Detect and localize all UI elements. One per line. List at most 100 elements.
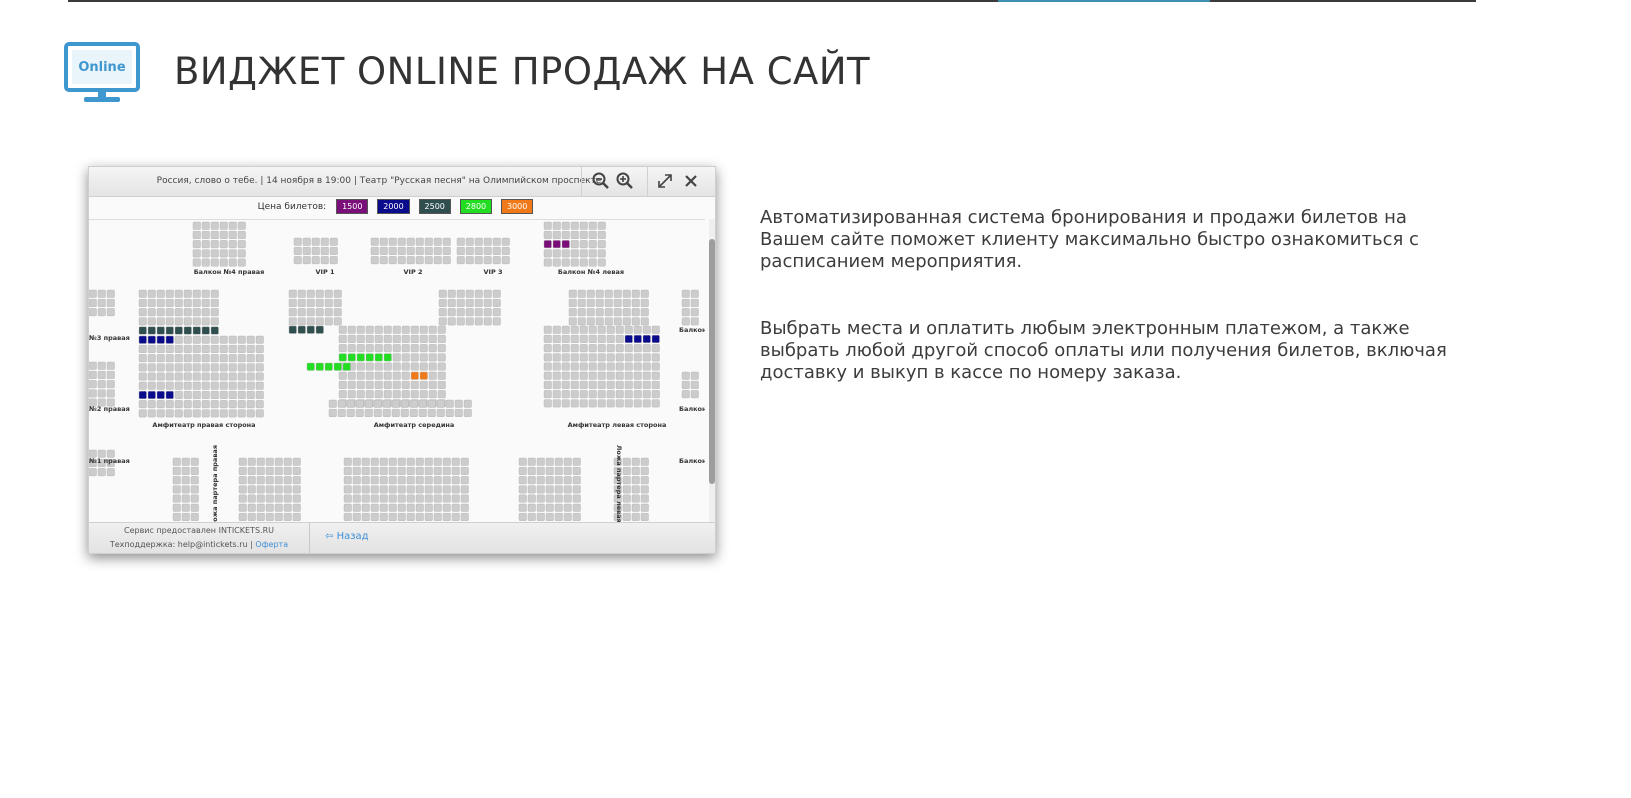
seat-free[interactable] <box>181 457 190 466</box>
seat-free[interactable] <box>474 256 483 265</box>
seat-free[interactable] <box>156 400 165 409</box>
seat-free[interactable] <box>89 361 97 370</box>
seat-free[interactable] <box>147 400 156 409</box>
seat-free[interactable] <box>210 249 219 258</box>
seat-free[interactable] <box>283 494 292 503</box>
seat-free[interactable] <box>156 372 165 381</box>
seat-free[interactable] <box>370 503 379 512</box>
seat-free[interactable] <box>579 380 588 389</box>
seat-free[interactable] <box>543 334 552 343</box>
seat-free[interactable] <box>165 308 174 317</box>
seat-free[interactable] <box>442 476 451 485</box>
seat-free[interactable] <box>265 485 274 494</box>
seat-free[interactable] <box>588 249 597 258</box>
seat-free[interactable] <box>563 513 572 521</box>
seat-free[interactable] <box>174 317 183 326</box>
seat-free[interactable] <box>419 362 428 371</box>
seat-free[interactable] <box>343 494 352 503</box>
seat-free[interactable] <box>265 513 274 521</box>
seat-free[interactable] <box>374 390 383 399</box>
seat-free[interactable] <box>536 513 545 521</box>
seat-free[interactable] <box>165 289 174 298</box>
seat-free[interactable] <box>181 485 190 494</box>
seat-free[interactable] <box>419 344 428 353</box>
seat-free[interactable] <box>255 409 264 418</box>
seat-available[interactable] <box>338 353 347 362</box>
seat-free[interactable] <box>237 230 246 239</box>
seat-free[interactable] <box>352 457 361 466</box>
seat-free[interactable] <box>563 494 572 503</box>
seat-free[interactable] <box>347 334 356 343</box>
seat-free[interactable] <box>428 344 437 353</box>
seat-free[interactable] <box>606 325 615 334</box>
seat-free[interactable] <box>436 408 445 417</box>
seat-free[interactable] <box>651 390 660 399</box>
seat-free[interactable] <box>183 298 192 307</box>
oferta-link[interactable]: Оферта <box>255 540 288 549</box>
seat-free[interactable] <box>483 317 492 326</box>
seat-free[interactable] <box>201 221 210 230</box>
seat-free[interactable] <box>210 344 219 353</box>
seat-free[interactable] <box>545 485 554 494</box>
seat-free[interactable] <box>419 353 428 362</box>
seat-free[interactable] <box>552 334 561 343</box>
seat-free[interactable] <box>570 362 579 371</box>
seat-free[interactable] <box>246 372 255 381</box>
seat-free[interactable] <box>106 361 115 370</box>
seat-free[interactable] <box>374 325 383 334</box>
seat-free[interactable] <box>681 298 690 307</box>
seat-free[interactable] <box>438 308 447 317</box>
seat-free[interactable] <box>554 503 563 512</box>
seat-free[interactable] <box>219 390 228 399</box>
seat-free[interactable] <box>247 466 256 475</box>
seat-free[interactable] <box>356 334 365 343</box>
seat-free[interactable] <box>640 457 649 466</box>
seat-free[interactable] <box>579 249 588 258</box>
seat-free[interactable] <box>527 494 536 503</box>
seat-free[interactable] <box>597 390 606 399</box>
seat-grid[interactable] <box>89 221 699 521</box>
seat-free[interactable] <box>201 335 210 344</box>
seat-free[interactable] <box>536 485 545 494</box>
seat-free[interactable] <box>181 476 190 485</box>
seat-available[interactable] <box>138 326 147 335</box>
seat-free[interactable] <box>624 399 633 408</box>
seat-free[interactable] <box>579 399 588 408</box>
seat-free[interactable] <box>518 466 527 475</box>
seat-free[interactable] <box>183 381 192 390</box>
seat-free[interactable] <box>106 298 115 307</box>
seat-free[interactable] <box>183 400 192 409</box>
seat-free[interactable] <box>433 503 442 512</box>
seat-free[interactable] <box>419 380 428 389</box>
seat-available[interactable] <box>165 326 174 335</box>
seat-free[interactable] <box>465 289 474 298</box>
seat-free[interactable] <box>579 353 588 362</box>
seat-free[interactable] <box>651 353 660 362</box>
seat-free[interactable] <box>415 513 424 521</box>
seat-free[interactable] <box>347 325 356 334</box>
seat-free[interactable] <box>320 237 329 246</box>
seat-free[interactable] <box>364 399 373 408</box>
seat-free[interactable] <box>631 476 640 485</box>
seat-free[interactable] <box>615 334 624 343</box>
seat-free[interactable] <box>415 237 424 246</box>
seat-free[interactable] <box>247 494 256 503</box>
seat-free[interactable] <box>97 289 106 298</box>
seat-free[interactable] <box>543 371 552 380</box>
seat-free[interactable] <box>374 362 383 371</box>
seat-free[interactable] <box>265 494 274 503</box>
seat-free[interactable] <box>210 230 219 239</box>
seat-free[interactable] <box>460 494 469 503</box>
seat-free[interactable] <box>89 299 97 307</box>
seat-free[interactable] <box>255 390 264 399</box>
seat-free[interactable] <box>622 485 631 494</box>
seat-free[interactable] <box>570 371 579 380</box>
close-icon[interactable] <box>681 171 701 191</box>
seat-free[interactable] <box>147 344 156 353</box>
seat-free[interactable] <box>651 344 660 353</box>
seat-free[interactable] <box>492 247 501 255</box>
seat-free[interactable] <box>256 513 265 521</box>
seat-free[interactable] <box>579 230 588 239</box>
seat-free[interactable] <box>370 494 379 503</box>
seat-free[interactable] <box>536 494 545 503</box>
